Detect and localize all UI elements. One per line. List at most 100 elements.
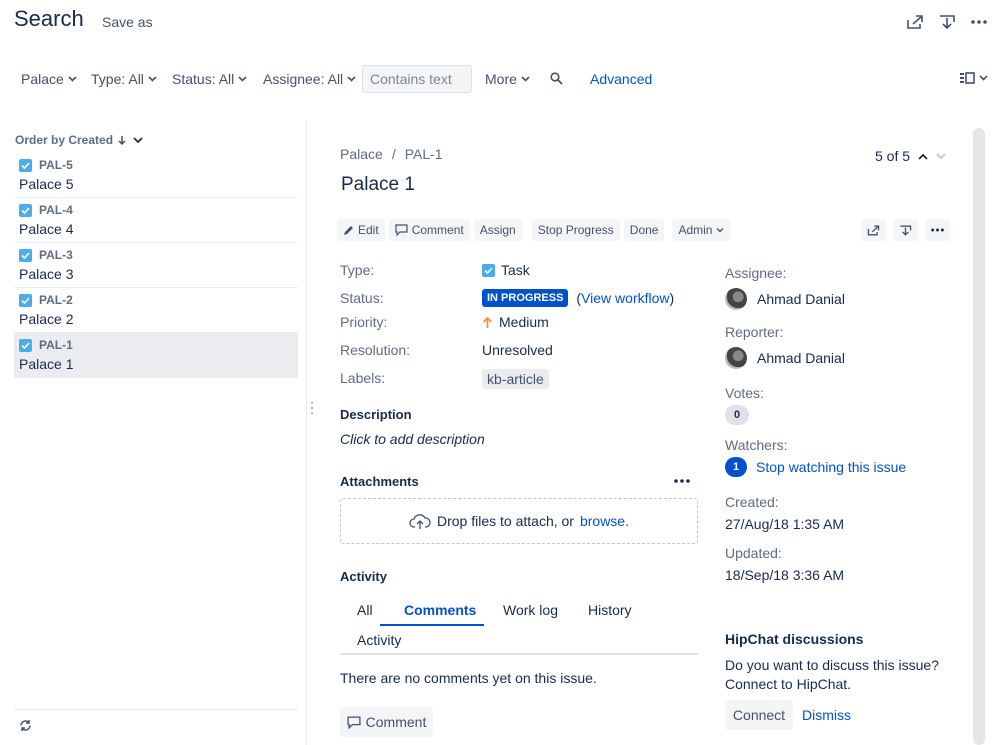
type-filter[interactable]: Type: All: [91, 71, 157, 87]
reporter-label: Reporter:: [725, 324, 784, 340]
export-icon[interactable]: [938, 14, 956, 30]
stop-watching-link[interactable]: Stop watching this issue: [756, 459, 906, 475]
created-value: 27/Aug/18 1:35 AM: [725, 516, 845, 532]
page-title: Search: [14, 6, 84, 31]
list-item-selected[interactable]: PAL-1 Palace 1: [14, 333, 298, 378]
description-field[interactable]: Click to add description: [340, 431, 485, 447]
more-actions-icon[interactable]: [970, 14, 988, 30]
attachment-dropzone[interactable]: Drop files to attach, or browse.: [340, 498, 698, 544]
list-item[interactable]: PAL-5 Palace 5: [14, 153, 298, 198]
previous-issue-icon[interactable]: [918, 153, 928, 160]
admin-label: Admin: [678, 223, 713, 237]
chevron-down-icon[interactable]: [131, 136, 145, 145]
chevron-down-icon: [238, 76, 247, 82]
layout-switcher[interactable]: [959, 72, 988, 84]
add-comment-button[interactable]: Comment: [340, 707, 433, 737]
task-type-icon: [19, 293, 32, 307]
list-item[interactable]: PAL-3 Palace 3: [14, 243, 298, 288]
reporter-value[interactable]: Ahmad Danial: [725, 347, 845, 369]
more-filter[interactable]: More: [485, 71, 530, 87]
issue-title[interactable]: Palace 1: [341, 174, 415, 196]
labels-label: Labels:: [340, 370, 386, 386]
comment-icon: [395, 224, 408, 236]
issue-pager: 5 of 5: [875, 148, 946, 164]
sort-descending-icon[interactable]: [117, 135, 127, 146]
status-filter[interactable]: Status: All: [172, 71, 247, 87]
avatar: [725, 347, 747, 369]
attachments-heading: Attachments: [340, 474, 419, 489]
tab-work-log[interactable]: Work log: [503, 602, 558, 618]
issue-summary: Palace 5: [19, 176, 74, 192]
share-issue-button[interactable]: [861, 219, 886, 241]
hipchat-heading: HipChat discussions: [725, 631, 864, 647]
label-tag[interactable]: kb-article: [482, 369, 549, 389]
add-comment-label: Comment: [365, 714, 427, 730]
dismiss-button[interactable]: Dismiss: [802, 707, 851, 723]
browse-link[interactable]: browse.: [580, 513, 629, 529]
issue-key: PAL-5: [39, 158, 73, 172]
tab-comments[interactable]: Comments: [380, 602, 485, 626]
created-label: Created:: [725, 494, 779, 510]
text-search-input[interactable]: [362, 65, 472, 93]
type-label: Type:: [340, 262, 375, 278]
assignee-value[interactable]: Ahmad Danial: [725, 288, 845, 310]
connect-button[interactable]: Connect: [725, 700, 793, 730]
priority-medium-icon: [482, 316, 493, 328]
comment-button[interactable]: Comment: [388, 219, 470, 241]
watchers-count[interactable]: 1: [725, 457, 747, 477]
advanced-search-link[interactable]: Advanced: [590, 71, 652, 87]
drop-text: Drop files to attach, or: [437, 513, 574, 529]
reporter-name: Ahmad Danial: [757, 350, 845, 366]
tab-history[interactable]: History: [588, 602, 632, 618]
assign-button[interactable]: Assign: [473, 219, 522, 241]
more-filter-label: More: [485, 71, 517, 87]
project-filter[interactable]: Palace: [21, 71, 77, 87]
header-actions: [906, 14, 988, 30]
task-type-icon: [19, 158, 32, 172]
refresh-icon[interactable]: [19, 719, 32, 732]
edit-button[interactable]: Edit: [337, 219, 385, 241]
breadcrumb-issue-key[interactable]: PAL-1: [405, 146, 443, 162]
attachments-more-icon[interactable]: [674, 479, 690, 483]
done-button[interactable]: Done: [623, 219, 665, 241]
votes-count[interactable]: 0: [725, 405, 749, 425]
breadcrumb-separator: /: [391, 146, 396, 162]
share-icon[interactable]: [906, 14, 924, 30]
view-workflow-link[interactable]: View workflow: [581, 290, 669, 306]
next-issue-icon[interactable]: [936, 152, 946, 160]
admin-menu[interactable]: Admin: [672, 219, 731, 241]
scrollbar[interactable]: [973, 128, 985, 745]
status-filter-label: Status: All: [172, 71, 235, 87]
updated-label: Updated:: [725, 545, 782, 561]
resolution-label: Resolution:: [340, 342, 411, 358]
tab-all[interactable]: All: [357, 602, 373, 618]
stop-progress-button[interactable]: Stop Progress: [531, 219, 620, 241]
issue-key: PAL-1: [39, 338, 73, 352]
pencil-icon: [344, 225, 353, 235]
chevron-down-icon: [521, 76, 530, 82]
order-by-control[interactable]: Order by Created: [15, 133, 145, 147]
more-issue-actions-button[interactable]: [925, 219, 950, 241]
avatar: [725, 288, 747, 310]
tab-activity[interactable]: Activity: [357, 632, 401, 648]
assignee-name: Ahmad Danial: [757, 291, 845, 307]
share-icon: [867, 225, 880, 235]
labels-value: kb-article: [482, 369, 549, 389]
issue-list: PAL-5 Palace 5 PAL-4 Palace 4 PAL-3 Pala…: [14, 153, 298, 378]
watchers-value: 1 Stop watching this issue: [725, 457, 906, 477]
list-view-icon: [960, 72, 975, 84]
breadcrumb-project[interactable]: Palace: [340, 146, 383, 162]
hipchat-message: Do you want to discuss this issue? Conne…: [725, 657, 939, 692]
assignee-filter[interactable]: Assignee: All: [263, 71, 356, 87]
search-icon[interactable]: [550, 72, 563, 85]
resize-handle-icon[interactable]: [310, 401, 314, 415]
priority-value: Medium: [482, 314, 549, 330]
export-issue-button[interactable]: [893, 219, 918, 241]
chevron-down-icon: [716, 228, 724, 233]
list-item[interactable]: PAL-2 Palace 2: [14, 288, 298, 333]
status-value: IN PROGRESS (View workflow): [482, 289, 674, 307]
export-icon: [900, 225, 912, 236]
list-item[interactable]: PAL-4 Palace 4: [14, 198, 298, 243]
votes-label: Votes:: [725, 385, 764, 401]
save-as-button[interactable]: Save as: [102, 14, 153, 30]
